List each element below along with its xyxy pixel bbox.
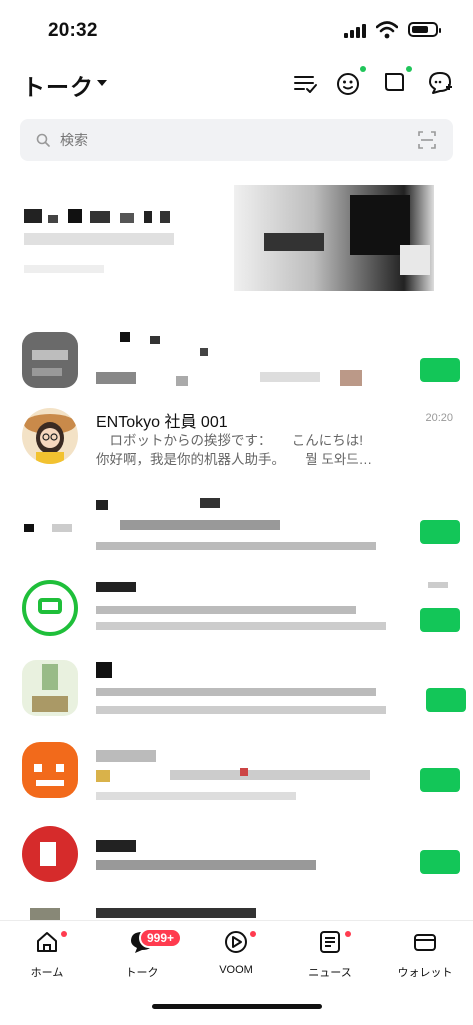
tab-home[interactable]: ホーム	[7, 930, 87, 980]
tab-label: ニュース	[308, 967, 352, 979]
avatar	[22, 580, 78, 636]
home-indicator	[152, 1004, 322, 1009]
list-item[interactable]	[0, 736, 473, 814]
unread-badge	[426, 688, 466, 712]
home-notification-dot	[61, 931, 67, 937]
sticker-face-icon[interactable]	[336, 70, 362, 96]
avatar	[22, 498, 78, 554]
chat-time: 20:20	[425, 412, 453, 424]
list-item[interactable]	[0, 570, 473, 648]
unread-badge	[420, 608, 460, 632]
tab-news[interactable]: ニュース	[290, 930, 370, 980]
unread-badge	[420, 768, 460, 792]
scan-icon[interactable]	[418, 131, 436, 149]
voom-icon	[225, 931, 247, 953]
avatar	[22, 742, 78, 798]
chat-name: ENTokyo 社員 001	[96, 414, 228, 431]
battery-icon	[408, 22, 441, 37]
wifi-icon	[376, 21, 398, 39]
unread-badge	[420, 520, 460, 544]
avatar	[22, 660, 78, 716]
voom-notification-dot	[250, 931, 256, 937]
home-icon	[37, 932, 57, 952]
page-title[interactable]: トーク	[22, 68, 94, 102]
sticker-notification-dot	[360, 66, 366, 72]
status-time: 20:32	[48, 20, 98, 41]
sort-list-icon[interactable]	[292, 70, 318, 96]
unread-badge	[420, 850, 460, 874]
list-item[interactable]	[0, 490, 473, 568]
chat-preview-line-2: 你好啊，我是你的机器人助手。 뭘 도와드…	[96, 452, 373, 467]
promo-banner[interactable]	[20, 185, 455, 295]
tab-label: ウォレット	[397, 967, 453, 979]
list-item[interactable]	[0, 820, 473, 898]
wallet-icon	[414, 934, 436, 951]
search-input[interactable]	[58, 128, 382, 152]
chat-notification-dot	[406, 66, 412, 72]
unread-count-badge: 999+	[139, 928, 183, 948]
list-item[interactable]	[0, 650, 473, 728]
search-icon	[36, 133, 50, 147]
list-item[interactable]	[0, 322, 473, 400]
new-chat-icon[interactable]	[427, 70, 453, 96]
news-notification-dot	[345, 931, 351, 937]
tab-voom[interactable]: VOOM	[196, 930, 276, 976]
cellular-signal-icon	[344, 24, 366, 38]
avatar	[22, 408, 78, 464]
avatar	[22, 826, 78, 882]
avatar	[22, 332, 78, 388]
tab-label: トーク	[125, 967, 159, 979]
list-item[interactable]	[0, 900, 473, 920]
chat-bubble-icon[interactable]	[381, 70, 407, 96]
tab-label: ホーム	[30, 967, 64, 979]
list-item[interactable]: ENTokyo 社員 001 20:20 ロボットからの挨拶です： こんにちは!…	[0, 400, 473, 478]
tab-wallet[interactable]: ウォレット	[385, 930, 465, 980]
chevron-down-icon[interactable]	[97, 80, 107, 86]
tab-label: VOOM	[219, 964, 253, 976]
chat-preview-line-1: ロボットからの挨拶です： こんにちは!	[96, 433, 364, 448]
news-icon	[320, 931, 340, 953]
unread-badge	[420, 358, 460, 382]
